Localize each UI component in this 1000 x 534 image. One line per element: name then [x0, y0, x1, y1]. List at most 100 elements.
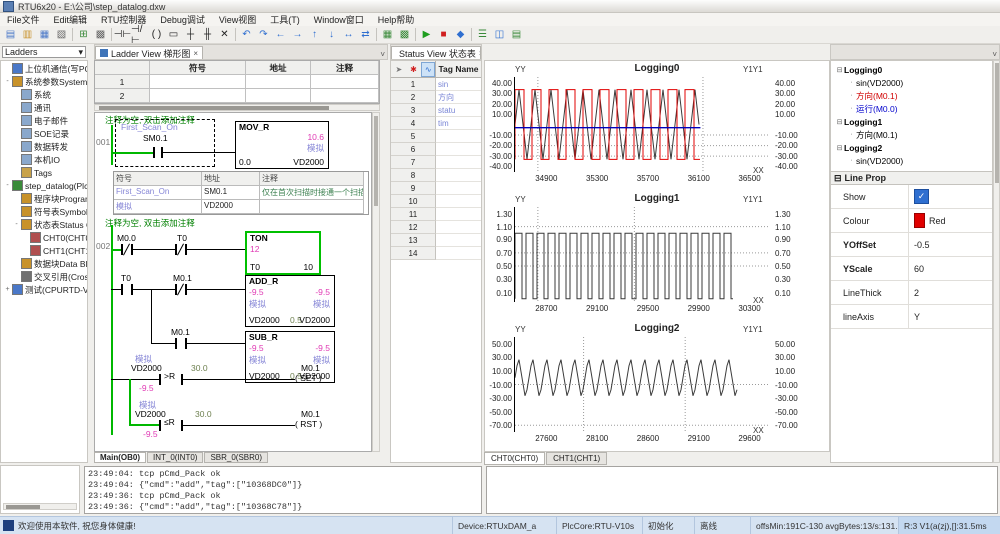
pou-tab-Main(OB0)[interactable]: Main(OB0) [94, 452, 146, 463]
prop-value[interactable]: Red [909, 209, 992, 232]
new-icon[interactable]: ▤ [2, 27, 19, 42]
legend-expander-icon[interactable]: ⊟ [835, 118, 844, 126]
status-row[interactable]: 6 [391, 143, 481, 156]
network2-comment[interactable]: 注释为空, 双击添加注释 [105, 217, 195, 229]
box-icon[interactable]: ▭ [165, 27, 182, 42]
tree-item[interactable]: CHT0(CHT0 [1, 231, 87, 244]
watch-hscrollbar[interactable] [3, 503, 77, 510]
stop-icon[interactable]: ■ [435, 27, 452, 42]
symbol-grid-row[interactable]: 1 [95, 75, 379, 89]
legend-item[interactable]: ⊟Logging2 [833, 141, 992, 154]
menu-Debug调试[interactable]: Debug调试 [153, 13, 212, 26]
tree-item[interactable]: -step_datalog(PlcO [1, 179, 87, 192]
compile-icon[interactable]: ⊞ [75, 27, 92, 42]
ton-box[interactable]: TON 12 T0 10 [245, 231, 321, 275]
close-icon[interactable]: × [479, 49, 481, 58]
symbol-cell[interactable] [150, 89, 246, 103]
close-icon[interactable]: × [193, 49, 198, 58]
status-row[interactable]: 8 [391, 169, 481, 182]
collapse-icon[interactable]: ⊟ [834, 173, 842, 184]
legend-item[interactable]: ⊟Logging1 [833, 115, 992, 128]
right-icon[interactable]: → [289, 27, 306, 42]
tree-item[interactable]: 本机IO [1, 153, 87, 166]
prop-value-text[interactable]: 60 [914, 264, 924, 274]
prop-value-text[interactable]: 2 [914, 288, 919, 298]
ladder-vscrollbar[interactable] [372, 112, 380, 452]
tab-ladder-view[interactable]: Ladder View 梯形图 × [95, 46, 203, 59]
tag-name-cell[interactable]: sin [436, 78, 481, 91]
chevron-down-icon[interactable]: ˅ [380, 50, 387, 59]
menu-View视图[interactable]: View视图 [212, 13, 263, 26]
junction-icon[interactable]: ┼ [182, 27, 199, 42]
legend-item[interactable]: ·方向(M0.1) [833, 128, 992, 141]
symbol-cell[interactable] [150, 75, 246, 89]
hline-icon[interactable]: ↔ [340, 27, 357, 42]
tree-expander-icon[interactable]: - [3, 182, 12, 189]
menu-Help帮助[interactable]: Help帮助 [371, 13, 422, 26]
symbol-cell[interactable] [246, 89, 311, 103]
tag-name-cell[interactable] [436, 156, 481, 169]
tree-item[interactable]: 系统 [1, 88, 87, 101]
status-row[interactable]: 13 [391, 234, 481, 247]
legend-item[interactable]: ⊟Logging0 [833, 63, 992, 76]
left-icon[interactable]: ← [272, 27, 289, 42]
monitor-icon[interactable]: ◆ [452, 27, 469, 42]
status-row[interactable]: 14 [391, 247, 481, 260]
prop-value[interactable]: 60 [909, 257, 992, 280]
pointer-icon[interactable]: ➤ [392, 62, 406, 77]
swap-icon[interactable]: ⇄ [357, 27, 374, 42]
down-icon[interactable]: ↓ [323, 27, 340, 42]
tree-item[interactable]: 交叉引用(Cross [1, 270, 87, 283]
run-icon[interactable]: ▶ [418, 27, 435, 42]
coil-icon[interactable]: ( ) [148, 27, 165, 42]
force-icon[interactable]: ✱ [407, 62, 421, 77]
save-icon[interactable]: ▦ [36, 27, 53, 42]
project-combo[interactable]: Ladders ▾ [2, 46, 86, 58]
branch-icon[interactable]: ╫ [199, 27, 216, 42]
menu-File文件[interactable]: File文件 [0, 13, 47, 26]
menu-工具(T)[interactable]: 工具(T) [263, 13, 307, 26]
table-icon[interactable]: ▦ [379, 27, 396, 42]
legend-expander-icon[interactable]: ⊟ [835, 144, 844, 152]
status-row[interactable]: 5 [391, 130, 481, 143]
reset-coil[interactable]: ( RST ) [295, 419, 322, 429]
grid-icon[interactable]: ▩ [396, 27, 413, 42]
tree-item[interactable]: CHT1(CHT1 [1, 244, 87, 257]
tree-item[interactable]: 数据块Data Blo [1, 257, 87, 270]
split-icon[interactable]: ◫ [491, 27, 508, 42]
status-row[interactable]: 10 [391, 195, 481, 208]
legend-item[interactable]: ·运行(M0.0) [833, 102, 992, 115]
tree-item[interactable]: +测试(CPURTD-V1.0 [1, 283, 87, 296]
prop-value[interactable]: 2 [909, 281, 992, 304]
tag-name-cell[interactable]: statu [436, 104, 481, 117]
tree-item[interactable]: 电子邮件 [1, 114, 87, 127]
prop-value[interactable]: ✓ [909, 185, 992, 208]
status-row[interactable]: 1sin [391, 78, 481, 91]
tag-name-cell[interactable]: 方向 [436, 91, 481, 104]
chart-view-icon[interactable]: ▤ [508, 27, 525, 42]
trend-icon[interactable]: ∿ [421, 62, 435, 77]
status-row[interactable]: 11 [391, 208, 481, 221]
symbol-cell[interactable] [311, 75, 379, 89]
tree-item[interactable]: 通讯 [1, 101, 87, 114]
chart-tab-CHT0(CHT0)[interactable]: CHT0(CHT0) [484, 452, 545, 465]
download-icon[interactable]: ▩ [92, 27, 109, 42]
set-coil[interactable]: ( SET ) [295, 373, 322, 383]
symbol-cell[interactable] [246, 75, 311, 89]
prop-value[interactable]: -0.5 [909, 233, 992, 256]
tree-item[interactable]: -系统参数System Bl [1, 75, 87, 88]
checkbox-checked-icon[interactable]: ✓ [914, 189, 929, 204]
redo-icon[interactable]: ↷ [255, 27, 272, 42]
mov-box[interactable]: MOV_R 10.6 模拟 0.0 VD2000 [235, 121, 329, 169]
undo-icon[interactable]: ↶ [238, 27, 255, 42]
tag-name-cell[interactable] [436, 169, 481, 182]
ladder-canvas[interactable]: 注释为空, 双击添加注释 001 First_Scan_On SM0.1 MOV… [94, 112, 372, 452]
tree-item[interactable]: Tags [1, 166, 87, 179]
status-row[interactable]: 7 [391, 156, 481, 169]
tag-name-cell[interactable] [436, 195, 481, 208]
panel-vscrollbar[interactable] [993, 60, 1000, 463]
tree-expander-icon[interactable]: + [3, 286, 12, 293]
prop-value-text[interactable]: -0.5 [914, 240, 930, 250]
status-row[interactable]: 4tim [391, 117, 481, 130]
print-icon[interactable]: ▧ [53, 27, 70, 42]
